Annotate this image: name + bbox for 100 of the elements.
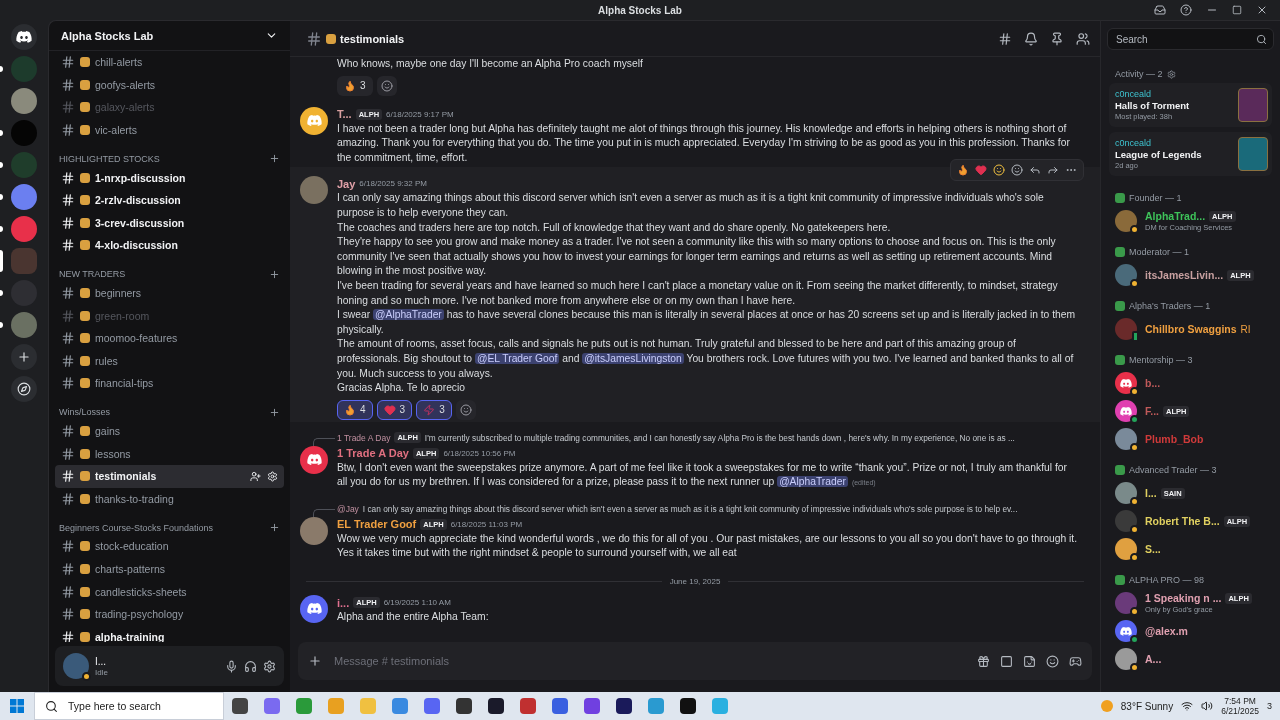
category-header[interactable]: Wins/Losses — [59, 407, 111, 418]
channel-item[interactable]: 4-xlo-discussion — [55, 234, 284, 257]
channel-item[interactable]: beginners — [55, 281, 284, 305]
reaction-button[interactable]: 3 — [376, 399, 413, 420]
default-avatar[interactable] — [300, 445, 328, 474]
search-icon[interactable] — [1256, 33, 1267, 45]
server-name[interactable]: Alpha Stocks Lab — [61, 29, 154, 42]
channel-item[interactable]: financial-tips — [55, 372, 284, 395]
channel-item[interactable]: thanks-to-trading — [55, 487, 284, 511]
close-icon[interactable] — [1256, 4, 1268, 16]
microphone-icon[interactable] — [225, 659, 238, 673]
channel-item[interactable]: stock-education — [55, 535, 284, 558]
category-header[interactable]: Beginners Course-Stocks Foundations — [59, 522, 214, 533]
search-input[interactable]: Type here to search — [66, 699, 196, 713]
add-channel-icon[interactable] — [269, 153, 280, 165]
pin-icon[interactable] — [1050, 31, 1064, 46]
taskbar-clock[interactable]: 7:54 PM 6/21/2025 — [1221, 696, 1259, 716]
default-avatar[interactable] — [300, 106, 328, 135]
add-channel-icon[interactable] — [269, 268, 280, 280]
message-text: The coaches and traders here are top notch. Full of knowledge that they want and do share openly. No gatekeepers here. — [337, 220, 892, 235]
reaction-button[interactable]: 3 — [416, 399, 452, 420]
headphones-icon[interactable] — [244, 659, 257, 673]
reply-author[interactable]: 1 Trade A Day — [337, 432, 391, 443]
add-reaction-icon[interactable] — [1011, 164, 1023, 177]
member-item[interactable]: S... — [1109, 535, 1272, 563]
category-header[interactable]: HIGHLIGHTED STOCKS — [59, 153, 160, 164]
channel-item[interactable]: alpha-training — [55, 625, 284, 642]
message-author[interactable]: Jay — [337, 177, 356, 190]
user-mention[interactable]: @AlphaTrader — [777, 476, 848, 488]
message-input[interactable]: Message # testimonials — [332, 654, 967, 668]
discover-button[interactable] — [11, 376, 37, 402]
help-icon[interactable] — [1180, 4, 1192, 16]
notification-count[interactable]: 3 — [1267, 701, 1272, 711]
avatar-photo-placeholder[interactable] — [300, 176, 328, 205]
channel-item[interactable]: testimonials — [55, 464, 284, 488]
gamepad-icon[interactable] — [1069, 654, 1082, 668]
bell-icon[interactable] — [1024, 31, 1038, 46]
server-icon[interactable] — [11, 184, 37, 210]
flame-icon[interactable] — [957, 164, 969, 177]
emoji-icon[interactable] — [1046, 654, 1059, 668]
user-mention[interactable]: @EL Trader Goof — [474, 352, 560, 364]
channel-item[interactable]: charts-patterns — [55, 557, 284, 581]
add-channel-icon[interactable] — [269, 406, 280, 418]
message-author[interactable]: 1 Trade A Day — [337, 447, 409, 460]
invite-icon[interactable] — [250, 470, 261, 482]
reply-author[interactable]: @Jay — [337, 503, 359, 514]
search-field[interactable]: Search — [1107, 28, 1274, 50]
default-avatar[interactable] — [300, 595, 328, 624]
channel-item[interactable]: rules — [55, 349, 284, 373]
add-server-icon[interactable] — [17, 350, 31, 364]
search-input[interactable]: Search — [1114, 32, 1234, 46]
member-item[interactable]: A... — [1109, 645, 1272, 673]
user-mention[interactable]: @itsJamesLivingston — [582, 352, 684, 364]
channel-item[interactable]: chill-alerts — [55, 51, 284, 74]
channel-item[interactable]: candlesticks-sheets — [55, 580, 284, 603]
reply-preview[interactable]: I'm currently subscribed to multiple trading communities, and I can honestly say Alpha Pro is the best hands down , here's why. In my experience, No one is as ... — [424, 432, 1015, 443]
wifi-icon[interactable] — [1181, 700, 1194, 712]
add-server-button[interactable] — [11, 344, 37, 370]
avatar-photo-placeholder[interactable] — [300, 516, 328, 545]
message-author[interactable]: T... — [337, 108, 352, 121]
server-icon[interactable] — [11, 216, 37, 242]
home-button[interactable] — [11, 24, 37, 50]
member-item[interactable]: @alex.m — [1109, 617, 1272, 645]
channel-item[interactable]: 2-rzlv-discussion — [55, 188, 284, 212]
reaction-button[interactable]: 4 — [337, 399, 373, 420]
reply-preview[interactable]: I can only say amazing things about this discord server which isn't even a server as much as it is a tight knit community of impressive individuals who's sole purpose is to help ev... — [362, 503, 1018, 514]
volume-icon[interactable] — [1201, 700, 1214, 712]
emoji-icon[interactable] — [993, 164, 1005, 177]
compass-icon[interactable] — [17, 382, 31, 396]
channel-item[interactable]: goofys-alerts — [55, 73, 284, 97]
user-mention[interactable]: @AlphaTrader — [373, 309, 444, 321]
heart-icon[interactable] — [975, 164, 987, 177]
channel-item[interactable]: gains — [55, 419, 284, 443]
taskbar-search-field[interactable]: Type here to search — [34, 692, 224, 720]
settings-icon[interactable] — [263, 659, 276, 673]
sticker-icon[interactable] — [1023, 654, 1036, 668]
add-attachment-icon[interactable] — [308, 654, 322, 668]
weather-text[interactable]: 83°F Sunny — [1120, 700, 1174, 712]
server-icon[interactable] — [11, 312, 37, 338]
inbox-icon[interactable] — [1154, 4, 1166, 16]
member-item[interactable]: Chillbro Swaggins RI — [1109, 315, 1272, 343]
message-author[interactable]: EL Trader Goof — [337, 518, 417, 531]
channel-item[interactable]: 3-crev-discussion — [55, 211, 284, 235]
channel-item[interactable]: trading-psychology — [55, 602, 284, 626]
message-input-field[interactable]: Message # testimonials — [298, 642, 1092, 680]
avatar-photo-placeholder[interactable] — [63, 653, 89, 679]
channel-item[interactable]: vic-alerts — [55, 118, 284, 142]
add-channel-icon[interactable] — [269, 522, 280, 534]
message-author[interactable]: i... — [337, 596, 350, 609]
server-icon[interactable] — [11, 88, 37, 114]
reaction-button[interactable]: 3 — [337, 75, 373, 96]
channel-item[interactable]: lessons — [55, 442, 284, 465]
channel-item[interactable]: 1-nrxp-discussion — [55, 166, 284, 189]
category-header[interactable]: NEW TRADERS — [59, 269, 126, 280]
channel-item[interactable]: moomoo-features — [55, 326, 284, 350]
maximize-icon[interactable] — [1232, 5, 1242, 15]
gift-icon[interactable] — [977, 654, 990, 668]
member-item[interactable]: Plumb_Bob — [1109, 425, 1272, 453]
members-icon[interactable] — [1076, 31, 1090, 46]
member-item[interactable]: b... — [1109, 369, 1272, 397]
